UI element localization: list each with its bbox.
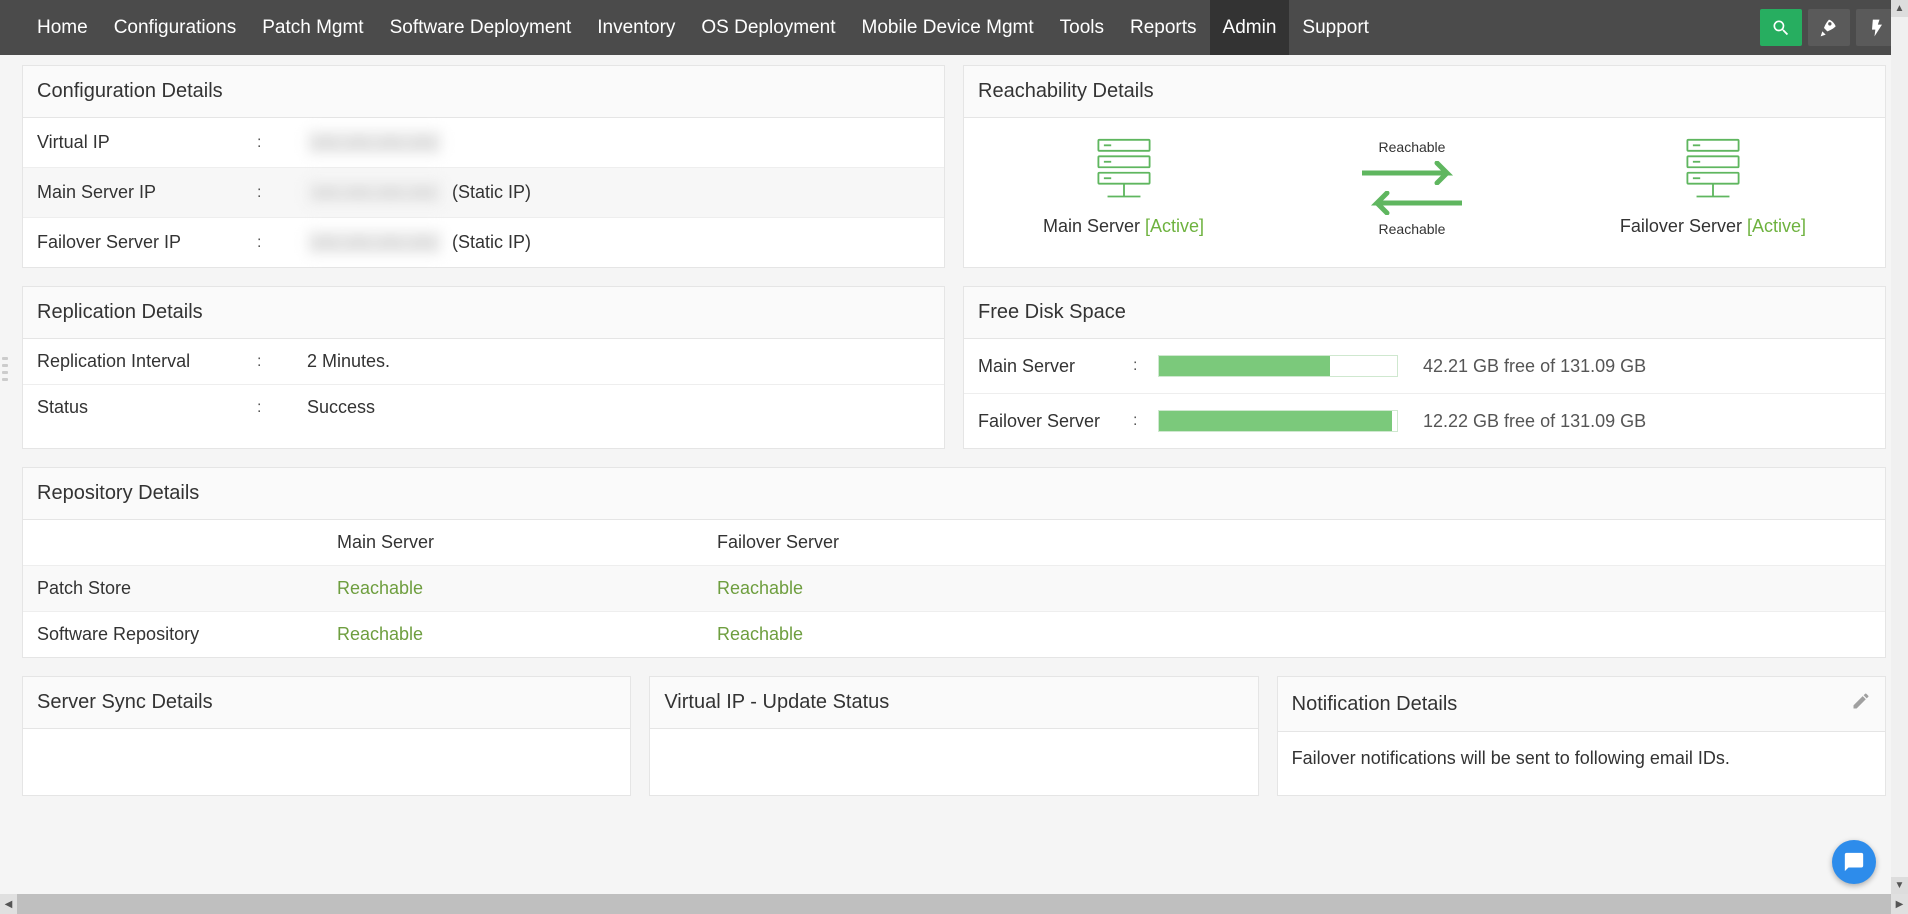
replication-value: 2 Minutes. xyxy=(307,351,930,372)
replication-label: Replication Interval xyxy=(37,351,257,372)
nav-inventory[interactable]: Inventory xyxy=(584,0,688,55)
virtual-ip-update-status-title: Virtual IP - Update Status xyxy=(650,677,1257,729)
chat-button[interactable] xyxy=(1832,840,1876,884)
repo-header-main: Main Server xyxy=(337,532,717,553)
config-value-hidden: xxx.xxx.xxx.xxx xyxy=(307,180,442,205)
virtual-ip-update-status-panel: Virtual IP - Update Status xyxy=(649,676,1258,796)
server-sync-details-title: Server Sync Details xyxy=(23,677,630,729)
repo-name: Software Repository xyxy=(37,624,337,645)
horizontal-scrollbar[interactable]: ◀ ▶ xyxy=(0,894,1908,914)
nav-patch-mgmt[interactable]: Patch Mgmt xyxy=(249,0,376,55)
disk-bar xyxy=(1158,410,1398,432)
nav-tools[interactable]: Tools xyxy=(1047,0,1117,55)
main-server-label: Main Server xyxy=(1043,216,1140,236)
scroll-left-icon[interactable]: ◀ xyxy=(0,894,17,914)
repo-header-blank xyxy=(37,532,337,553)
repo-header-failover: Failover Server xyxy=(717,532,1871,553)
nav-mdm[interactable]: Mobile Device Mgmt xyxy=(849,0,1047,55)
search-icon xyxy=(1771,18,1791,38)
side-drag-handle[interactable] xyxy=(0,355,10,383)
config-label: Main Server IP xyxy=(37,182,257,203)
scroll-up-icon[interactable]: ▲ xyxy=(1891,0,1908,17)
search-button[interactable] xyxy=(1760,9,1802,46)
failover-server-label: Failover Server xyxy=(1620,216,1742,236)
reachable-label-bottom: Reachable xyxy=(1379,221,1446,237)
scroll-right-icon[interactable]: ▶ xyxy=(1891,894,1908,914)
disk-bar-fill xyxy=(1159,411,1392,431)
disk-bar xyxy=(1158,355,1398,377)
server-stack-icon xyxy=(1092,138,1156,202)
replication-label: Status xyxy=(37,397,257,418)
repository-details-panel: Repository Details Main Server Failover … xyxy=(22,467,1886,658)
config-label: Failover Server IP xyxy=(37,232,257,253)
nav-software-deploy[interactable]: Software Deployment xyxy=(377,0,585,55)
server-sync-details-panel: Server Sync Details xyxy=(22,676,631,796)
disk-text: 42.21 GB free of 131.09 GB xyxy=(1398,356,1871,377)
vertical-scrollbar[interactable]: ▲ ▼ xyxy=(1891,0,1908,894)
rocket-button[interactable] xyxy=(1808,9,1850,46)
server-stack-icon xyxy=(1681,138,1745,202)
nav-os-deploy[interactable]: OS Deployment xyxy=(688,0,848,55)
rocket-icon xyxy=(1819,18,1839,38)
repo-failover-status: Reachable xyxy=(717,624,1871,645)
nav-support[interactable]: Support xyxy=(1289,0,1382,55)
disk-row-main: Main Server : 42.21 GB free of 131.09 GB xyxy=(964,339,1885,394)
configuration-details-panel: Configuration Details Virtual IP : xxx.x… xyxy=(22,65,945,268)
nav-admin[interactable]: Admin xyxy=(1210,0,1290,55)
replication-details-title: Replication Details xyxy=(23,287,944,339)
config-row-main-server-ip: Main Server IP : xxx.xxx.xxx.xxx(Static … xyxy=(23,168,944,218)
disk-text: 12.22 GB free of 131.09 GB xyxy=(1398,411,1871,432)
failover-server-status: [Active] xyxy=(1747,216,1806,236)
free-disk-space-title: Free Disk Space xyxy=(964,287,1885,339)
repo-name: Patch Store xyxy=(37,578,337,599)
configuration-details-title: Configuration Details xyxy=(23,66,944,118)
top-navbar: Home Configurations Patch Mgmt Software … xyxy=(0,0,1908,55)
config-value-hidden: xxx.xxx.xxx.xxx xyxy=(307,230,442,255)
chat-icon xyxy=(1843,851,1865,873)
bolt-icon xyxy=(1867,18,1887,38)
nav-reports[interactable]: Reports xyxy=(1117,0,1210,55)
notification-body: Failover notifications will be sent to f… xyxy=(1278,732,1885,785)
replication-details-panel: Replication Details Replication Interval… xyxy=(22,286,945,449)
repo-row: Software Repository Reachable Reachable xyxy=(23,612,1885,657)
disk-label: Main Server xyxy=(978,356,1133,377)
reachability-details-title: Reachability Details xyxy=(964,66,1885,118)
reachability-arrows: Reachable Reachable xyxy=(1362,139,1462,237)
repo-main-status: Reachable xyxy=(337,578,717,599)
edit-notification-button[interactable] xyxy=(1851,691,1871,717)
disk-label: Failover Server xyxy=(978,411,1133,432)
config-row-failover-server-ip: Failover Server IP : xxx.xxx.xxx.xxx(Sta… xyxy=(23,218,944,267)
config-value-suffix: (Static IP) xyxy=(452,182,531,203)
disk-bar-fill xyxy=(1159,356,1330,376)
reachability-details-panel: Reachability Details Main Server [Active… xyxy=(963,65,1886,268)
config-value-suffix: (Static IP) xyxy=(452,232,531,253)
repository-details-title: Repository Details xyxy=(23,468,1885,520)
config-row-virtual-ip: Virtual IP : xxx.xxx.xxx.xxx xyxy=(23,118,944,168)
edit-icon xyxy=(1851,691,1871,711)
config-label: Virtual IP xyxy=(37,132,257,153)
notification-details-title: Notification Details xyxy=(1292,693,1458,716)
arrow-right-icon xyxy=(1362,161,1462,185)
repo-main-status: Reachable xyxy=(337,624,717,645)
replication-interval-row: Replication Interval : 2 Minutes. xyxy=(23,339,944,385)
main-server-block: Main Server [Active] xyxy=(1043,138,1204,237)
reachable-label-top: Reachable xyxy=(1379,139,1446,155)
notification-details-panel: Notification Details Failover notificati… xyxy=(1277,676,1886,796)
free-disk-space-panel: Free Disk Space Main Server : 42.21 GB f… xyxy=(963,286,1886,449)
nav-configurations[interactable]: Configurations xyxy=(101,0,250,55)
replication-value: Success xyxy=(307,397,930,418)
scroll-down-icon[interactable]: ▼ xyxy=(1891,877,1908,894)
failover-server-block: Failover Server [Active] xyxy=(1620,138,1806,237)
config-value-hidden: xxx.xxx.xxx.xxx xyxy=(307,130,442,155)
disk-row-failover: Failover Server : 12.22 GB free of 131.0… xyxy=(964,394,1885,448)
arrow-left-icon xyxy=(1362,191,1462,215)
repo-header-row: Main Server Failover Server xyxy=(23,520,1885,566)
replication-status-row: Status : Success xyxy=(23,385,944,430)
nav-home[interactable]: Home xyxy=(24,0,101,55)
main-server-status: [Active] xyxy=(1145,216,1204,236)
repo-failover-status: Reachable xyxy=(717,578,1871,599)
repo-row: Patch Store Reachable Reachable xyxy=(23,566,1885,612)
